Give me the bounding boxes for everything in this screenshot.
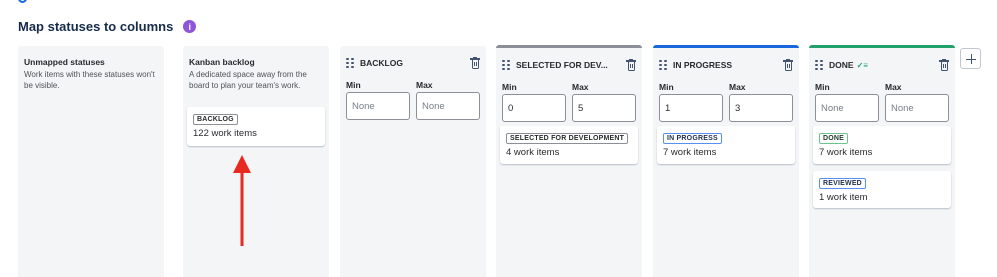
column-name[interactable]: IN PROGRESS: [673, 60, 732, 70]
max-label: Max: [885, 82, 902, 92]
status-card-in-progress[interactable]: IN PROGRESS 7 work items: [657, 126, 795, 164]
status-card-reviewed[interactable]: REVIEWED 1 work item: [813, 171, 951, 208]
trash-icon[interactable]: [939, 58, 949, 71]
trash-icon[interactable]: [783, 58, 793, 71]
status-lozenge: REVIEWED: [819, 178, 866, 189]
info-icon[interactable]: i: [183, 20, 197, 33]
min-input[interactable]: [659, 94, 723, 122]
status-lozenge: DONE: [819, 133, 849, 144]
done-column-icon: ✓≡: [856, 60, 868, 70]
min-label: Min: [346, 80, 361, 90]
max-input[interactable]: [416, 92, 480, 120]
annotation-arrow: [233, 155, 251, 246]
board-column-selected-for-development: SELECTED FOR DEV... Min Max SELECTED FOR…: [496, 45, 642, 277]
drag-handle-icon[interactable]: [659, 59, 667, 71]
status-lozenge: SELECTED FOR DEVELOPMENT: [506, 133, 629, 144]
max-input[interactable]: [885, 94, 949, 122]
max-input[interactable]: [572, 94, 636, 122]
board-column-in-progress: IN PROGRESS Min Max IN PROGRESS 7 work i…: [653, 45, 799, 277]
min-input[interactable]: [815, 94, 879, 122]
section-title: Map statuses to columns: [18, 19, 174, 34]
unmapped-statuses-column: Unmapped statuses Work items with these …: [18, 46, 164, 277]
trash-icon[interactable]: [626, 58, 636, 71]
max-label: Max: [729, 82, 746, 92]
min-label: Min: [502, 82, 517, 92]
unmapped-title: Unmapped statuses: [24, 57, 105, 67]
status-card-done[interactable]: DONE 7 work items: [813, 126, 951, 164]
board-column-backlog: BACKLOG Min Max: [340, 46, 486, 277]
status-card-selected-for-development[interactable]: SELECTED FOR DEVELOPMENT 4 work items: [500, 126, 638, 164]
work-item-count: 1 work item: [819, 192, 868, 203]
max-input[interactable]: [729, 94, 793, 122]
status-card-backlog[interactable]: BACKLOG 122 work items: [187, 107, 325, 146]
drag-handle-icon[interactable]: [502, 59, 510, 71]
drag-handle-icon[interactable]: [346, 57, 354, 69]
column-name[interactable]: BACKLOG: [360, 58, 403, 68]
column-name[interactable]: SELECTED FOR DEV...: [516, 60, 608, 70]
status-lozenge: BACKLOG: [193, 114, 238, 125]
work-item-count: 4 work items: [506, 147, 560, 158]
column-name[interactable]: DONE: [829, 60, 854, 70]
truncated-top-row: [18, 0, 218, 3]
work-item-count: 7 work items: [819, 147, 873, 158]
annotation-arrow-head: [233, 155, 251, 173]
min-label: Min: [815, 82, 830, 92]
kanban-backlog-title: Kanban backlog: [189, 57, 255, 67]
trash-icon[interactable]: [470, 56, 480, 69]
add-column-button[interactable]: [960, 48, 981, 69]
work-item-count: 7 work items: [663, 147, 717, 158]
min-input[interactable]: [346, 92, 410, 120]
kanban-backlog-description: A dedicated space away from the board to…: [189, 70, 307, 90]
radio-icon: [18, 0, 27, 3]
kanban-backlog-column: Kanban backlog A dedicated space away fr…: [183, 46, 329, 277]
max-label: Max: [416, 80, 433, 90]
work-item-count: 122 work items: [193, 128, 257, 139]
section-heading: Map statuses to columns i: [18, 19, 197, 34]
min-input[interactable]: [502, 94, 566, 122]
min-label: Min: [659, 82, 674, 92]
drag-handle-icon[interactable]: [815, 59, 823, 71]
max-label: Max: [572, 82, 589, 92]
status-lozenge: IN PROGRESS: [663, 133, 722, 144]
unmapped-description: Work items with these statuses won't be …: [24, 70, 155, 90]
board-column-done: DONE ✓≡ Min Max DONE 7 work items REVIEW…: [809, 45, 955, 277]
